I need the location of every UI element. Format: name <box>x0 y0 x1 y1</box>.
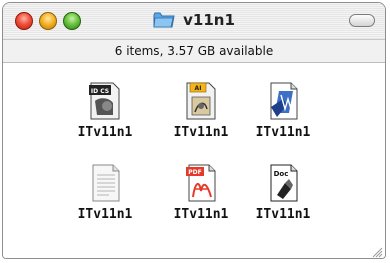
file-label: ITv11n1 <box>173 125 229 140</box>
window-title-group: v11n1 <box>3 9 385 33</box>
pdf-badge-text: PDF <box>188 169 201 176</box>
file-item[interactable]: ID CS ITv11n1 <box>65 79 145 140</box>
doc-badge-text: Doc <box>274 170 289 178</box>
status-bar: 6 items, 3.57 GB available <box>3 40 385 63</box>
id-cs-document-icon: ID CS <box>85 79 125 123</box>
window-title: v11n1 <box>183 10 235 29</box>
pdf-document-icon: PDF <box>181 161 221 205</box>
file-label: ITv11n1 <box>255 207 311 222</box>
file-item[interactable]: ITv11n1 <box>243 79 323 140</box>
illustrator-document-icon: AI <box>181 79 221 123</box>
finder-window: v11n1 6 items, 3.57 GB available ID CS I… <box>2 2 386 259</box>
doc-document-icon: Doc <box>263 161 303 205</box>
folder-content[interactable]: ID CS ITv11n1 AI ITv11n1 ITv11n1 ITv11n1… <box>3 63 385 258</box>
folder-icon[interactable] <box>153 11 175 29</box>
file-label: ITv11n1 <box>173 207 229 222</box>
toolbar-toggle-button[interactable] <box>349 14 375 27</box>
file-label: ITv11n1 <box>255 125 311 140</box>
id-badge-text: ID CS <box>91 88 109 95</box>
file-label: ITv11n1 <box>77 207 133 222</box>
file-item[interactable]: Doc ITv11n1 <box>243 161 323 222</box>
title-bar[interactable]: v11n1 <box>3 3 385 40</box>
word-document-icon <box>263 79 303 123</box>
ai-badge-text: AI <box>195 85 202 92</box>
resize-grip-icon[interactable] <box>371 246 383 258</box>
file-item[interactable]: AI ITv11n1 <box>161 79 241 140</box>
file-label: ITv11n1 <box>77 125 133 140</box>
text-document-icon <box>85 161 125 205</box>
file-item[interactable]: ITv11n1 <box>65 161 145 222</box>
file-item[interactable]: PDF ITv11n1 <box>161 161 241 222</box>
